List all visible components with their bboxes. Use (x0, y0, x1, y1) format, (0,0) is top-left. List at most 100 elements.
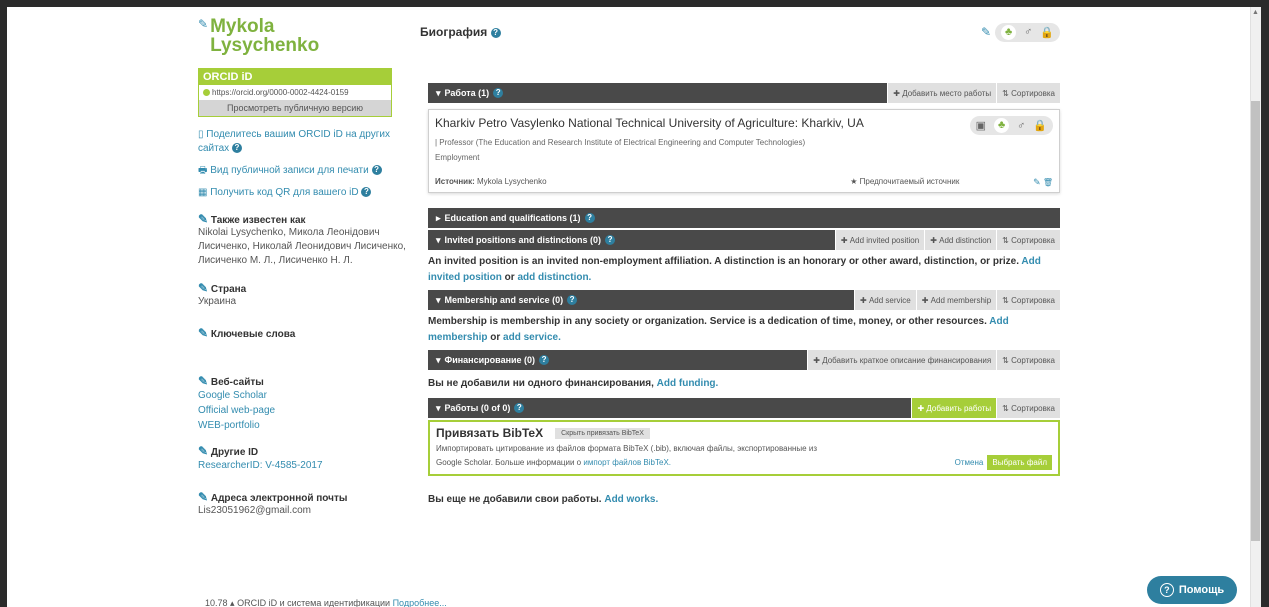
view-public-button[interactable]: Просмотреть публичную версию (199, 100, 391, 116)
trusted-visibility-icon[interactable]: ♂ (1017, 120, 1025, 132)
question-icon: ? (1159, 583, 1174, 597)
funding-bar[interactable]: ▾ Финансирование (0) ? ✚ Добавить кратко… (428, 350, 1060, 370)
add-distinction-link[interactable]: add distinction. (517, 272, 591, 283)
edit-icon: ✎ (198, 444, 209, 458)
print-link[interactable]: 🖶 Вид публичной записи для печати ? (198, 164, 413, 178)
sort-button[interactable]: ⇅ Сортировка (996, 290, 1060, 310)
orcid-url[interactable]: https://orcid.org/0000-0002-4424-0159 (199, 85, 391, 100)
trash-icon[interactable]: 🗑 (1043, 178, 1053, 187)
visibility-selector: ♣ ♂ 🔒 (995, 22, 1060, 42)
add-service-link[interactable]: add service. (503, 332, 561, 343)
sort-button[interactable]: ⇅ Сортировка (996, 350, 1060, 370)
scrollbar-thumb[interactable] (1251, 101, 1260, 541)
everyone-visibility-icon[interactable]: ♣ (994, 118, 1010, 133)
help-icon[interactable]: ? (605, 235, 616, 245)
bibtex-panel: Привязать BibTeX Скрыть привязать BibTeX… (428, 420, 1060, 476)
orcid-url-text: https://orcid.org/0000-0002-4424-0159 (212, 88, 349, 97)
education-bar[interactable]: ▸ Education and qualifications (1) ? (428, 208, 1060, 228)
card-footer: Источник: Mykola Lysychenko ★ Предпочита… (435, 177, 1053, 188)
invited-bar[interactable]: ▾ Invited positions and distinctions (0)… (428, 230, 1060, 250)
works-info-text: Вы еще не добавили свои работы. (428, 494, 602, 505)
add-invited-position-button[interactable]: ✚ Add invited position (834, 230, 925, 250)
sort-label: Сортировка (1011, 355, 1055, 365)
add-membership-button[interactable]: ✚ Add membership (915, 290, 997, 310)
keywords-heading[interactable]: ✎ Ключевые слова (198, 326, 413, 340)
source-info: Источник: Mykola Lysychenko (435, 177, 547, 188)
footer: 10.78 ▴ ORCID iD и система идентификации… (205, 598, 447, 607)
add-works-label: Добавить работы (926, 403, 992, 413)
edit-icon[interactable]: ✎ (981, 25, 991, 39)
works-bar[interactable]: ▾ Работы (0 of 0) ? ✚ Добавить работы ⇅ … (428, 398, 1060, 418)
help-icon[interactable]: ? (231, 143, 242, 154)
website-link[interactable]: Official web-page (198, 403, 413, 418)
sort-button[interactable]: ⇅ Сортировка (996, 398, 1060, 418)
add-funding-button[interactable]: ✚ Добавить краткое описание финансирован… (807, 350, 997, 370)
employment-bar[interactable]: ▾ Работа (1) ? ✚ Добавить место работы ⇅… (428, 83, 1060, 103)
websites-heading[interactable]: ✎ Веб-сайты (198, 374, 413, 388)
qr-link[interactable]: ▦ Получить код QR для вашего iD ? (198, 186, 413, 200)
also-known-title: Также известен как (210, 215, 306, 226)
edit-icon: ✎ (198, 374, 209, 388)
website-link[interactable]: Google Scholar (198, 388, 413, 403)
help-button[interactable]: ? Помощь (1147, 576, 1237, 604)
chevron-down-icon: ▾ (436, 294, 441, 305)
websites-title: Веб-сайты (210, 377, 264, 388)
sort-button[interactable]: ⇅ Сортировка (996, 83, 1060, 103)
funding-info-text: Вы не добавили ни одного финансирования, (428, 378, 654, 389)
everyone-visibility-icon[interactable]: ♣ (1001, 24, 1017, 40)
scroll-up-icon[interactable]: ▲ (1250, 7, 1261, 18)
help-icon[interactable]: ? (371, 165, 382, 176)
edit-icon: ✎ (198, 212, 209, 226)
orcid-id-header: ORCID iD (199, 69, 391, 85)
edit-icon: ✎ (198, 490, 209, 504)
help-icon[interactable]: ? (493, 88, 504, 98)
footer-more-link[interactable]: Подробнее... (393, 598, 447, 607)
choose-file-button[interactable]: Выбрать файл (987, 455, 1052, 470)
edit-name-icon[interactable]: ✎ (198, 17, 208, 31)
help-icon[interactable]: ? (539, 355, 550, 365)
works-title-text: Работы (0 of 0) (444, 403, 511, 413)
add-distinction-button[interactable]: ✚ Add distinction (924, 230, 997, 250)
source-icon[interactable]: ▣ (976, 119, 986, 132)
sort-button[interactable]: ⇅ Сортировка (996, 230, 1060, 250)
private-lock-icon[interactable]: 🔒 (1033, 119, 1047, 132)
add-membership-label: Add membership (930, 295, 992, 305)
scrollbar[interactable]: ▲ (1250, 7, 1261, 607)
employment-org: Kharkiv Petro Vasylenko National Technic… (435, 116, 864, 130)
add-works-button[interactable]: ✚ Добавить работы (911, 398, 997, 418)
help-icon[interactable]: ? (567, 295, 578, 305)
share-link-text: Поделитесь вашим ORCID iD на других сайт… (198, 129, 390, 154)
also-known-heading[interactable]: ✎ Также известен как (198, 212, 413, 226)
help-icon[interactable]: ? (514, 403, 525, 413)
edit-icon[interactable]: ✎ (1033, 177, 1041, 187)
main-content: Биография ? ✎ ♣ ♂ 🔒 ▾ Работа (1) ? ✚ Доб… (420, 17, 1060, 512)
add-funding-label: Добавить краткое описание финансирования (822, 355, 992, 365)
profile-name: ✎ Mykola Lysychenko (198, 17, 413, 55)
help-icon[interactable]: ? (490, 27, 501, 38)
website-link[interactable]: WEB-portfolio (198, 418, 413, 433)
country-heading[interactable]: ✎ Страна (198, 281, 413, 295)
other-ids-heading[interactable]: ✎ Другие ID (198, 444, 413, 458)
cancel-link[interactable]: Отмена (955, 458, 984, 467)
qr-code-icon: ▦ (198, 187, 208, 198)
bibtex-import-link[interactable]: импорт файлов BibTeX. (583, 458, 671, 467)
private-lock-icon[interactable]: 🔒 (1040, 26, 1054, 39)
biography-heading: Биография ? (420, 25, 501, 39)
caret-up-icon[interactable]: ▴ (230, 598, 235, 607)
researcher-id-link[interactable]: ResearcherID: V-4585-2017 (198, 458, 413, 473)
share-link[interactable]: ▯ Поделитесь вашим ORCID iD на других са… (198, 128, 413, 156)
hide-bibtex-button[interactable]: Скрыть привязать BibTeX (555, 427, 650, 439)
trusted-visibility-icon[interactable]: ♂ (1024, 26, 1032, 38)
add-employment-button[interactable]: ✚ Добавить место работы (887, 83, 997, 103)
works-info: Вы еще не добавили свои работы. Add work… (428, 488, 1060, 512)
emails-heading[interactable]: ✎ Адреса электронной почты (198, 490, 413, 504)
education-title-text: Education and qualifications (1) (444, 213, 581, 223)
add-funding-link[interactable]: Add funding. (657, 378, 719, 389)
add-works-link[interactable]: Add works. (604, 494, 658, 505)
add-service-button[interactable]: ✚ Add service (854, 290, 916, 310)
card-visibility-selector: ▣ ♣ ♂ 🔒 (969, 116, 1053, 135)
help-icon[interactable]: ? (584, 213, 595, 223)
membership-bar[interactable]: ▾ Membership and service (0) ? ✚ Add ser… (428, 290, 1060, 310)
bibtex-text-line2: Google Scholar. Больше информации о импо… (436, 456, 817, 470)
help-icon[interactable]: ? (361, 187, 372, 198)
